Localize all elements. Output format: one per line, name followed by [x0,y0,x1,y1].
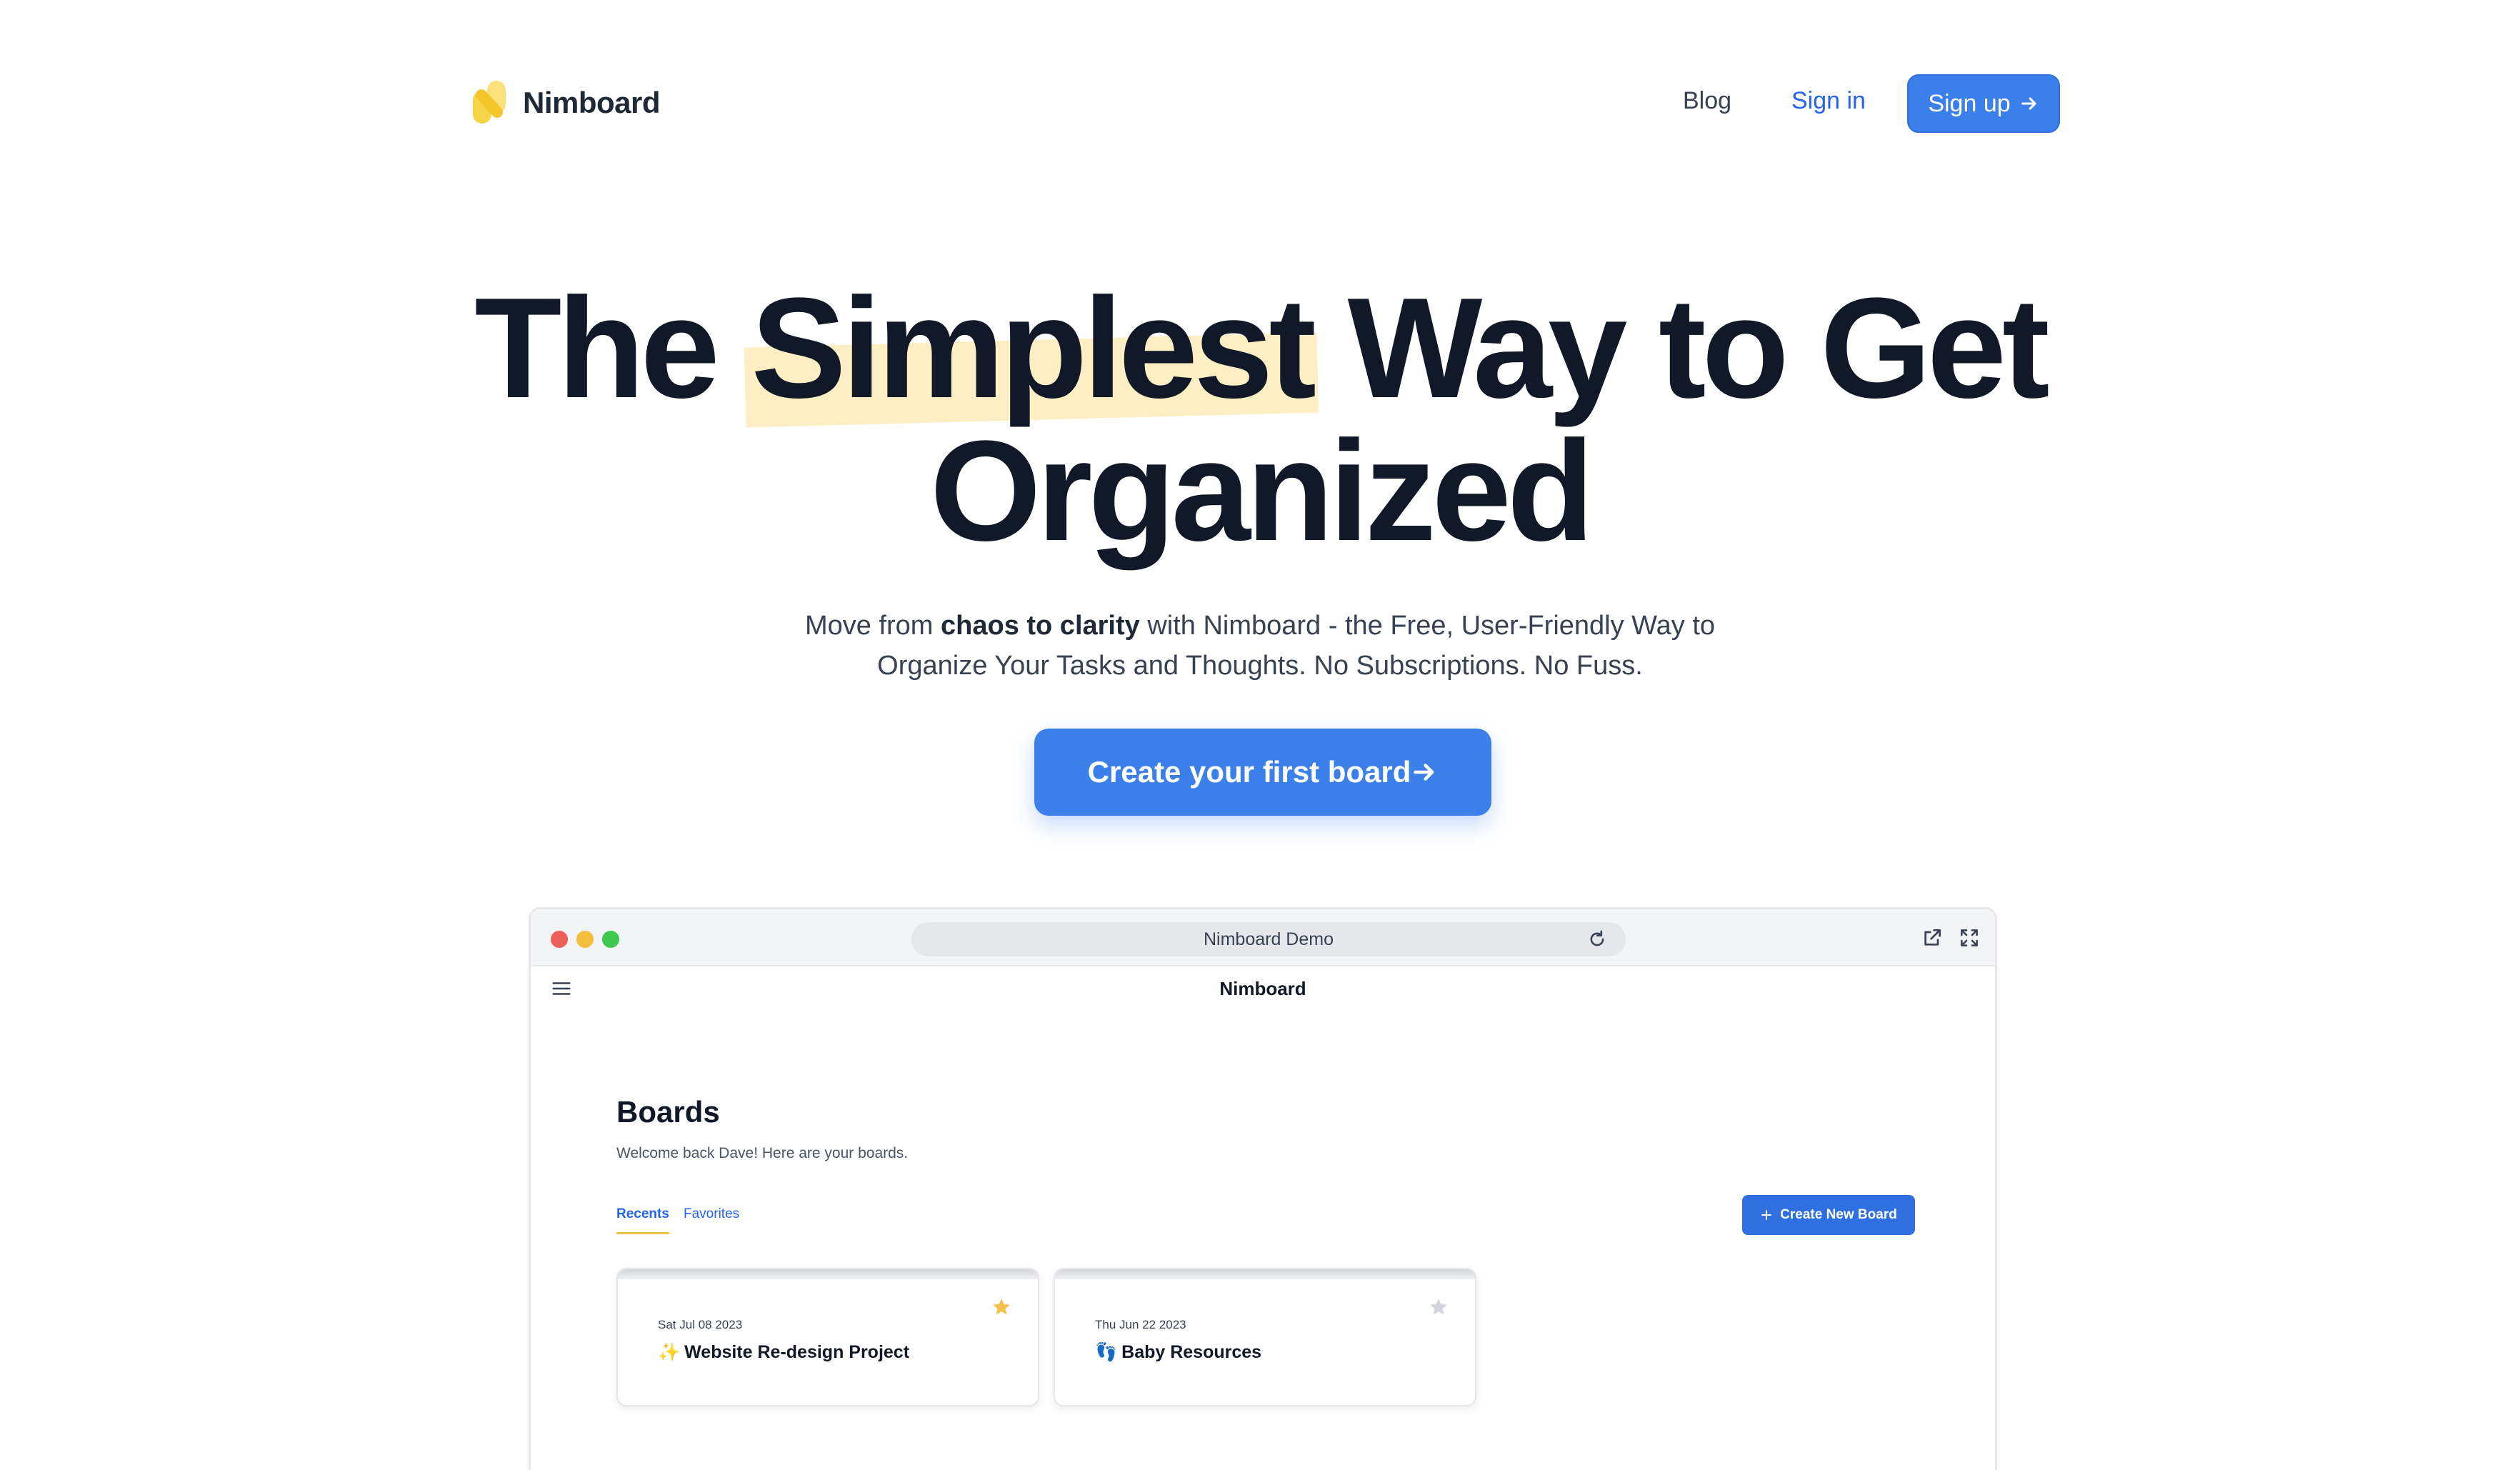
star-icon[interactable] [991,1296,1012,1318]
app-title: Nimboard [1219,978,1306,999]
sign-up-button[interactable]: Sign up [1907,74,2060,133]
tab-favorites[interactable]: Favorites [684,1206,739,1232]
hero-title: The Simplest Way to Get Organized [0,277,2520,563]
board-card[interactable]: Thu Jun 22 2023 👣 Baby Resources [1054,1268,1476,1406]
address-bar-label: Nimboard Demo [1203,929,1334,949]
board-card-title: Website Re-design Project [684,1342,910,1362]
star-icon[interactable] [1428,1296,1449,1318]
site-header: Nimboard Blog Sign in Sign up [0,0,2520,207]
boards-subtitle: Welcome back Dave! Here are your boards. [616,1145,909,1161]
hero-title-highlight: Simplest [751,269,1316,428]
sign-up-label: Sign up [1928,89,2011,117]
reload-icon[interactable] [1587,929,1607,949]
logo-mark-icon [473,81,506,124]
boards-title: Boards [616,1095,720,1129]
address-bar[interactable]: Nimboard Demo [911,922,1626,956]
hero-title-part2: Way to Get [1312,269,2050,428]
footprints-icon: 👣 [1095,1342,1118,1362]
create-new-board-label: Create New Board [1780,1207,1897,1222]
logo-text: Nimboard [523,86,661,119]
board-card-name: ✨ Website Re-design Project [658,1342,909,1363]
fullscreen-icon[interactable] [1958,926,1981,949]
board-card-date: Sat Jul 08 2023 [658,1318,743,1331]
window-maximize-dot [602,931,619,948]
sparkles-icon: ✨ [658,1342,681,1362]
hero-subtitle-pre: Move from [804,611,941,641]
board-card-name: 👣 Baby Resources [1095,1342,1261,1363]
board-card[interactable]: Sat Jul 08 2023 ✨ Website Re-design Proj… [616,1268,1039,1406]
nav-blog-link[interactable]: Blog [1683,87,1731,115]
external-link-icon[interactable] [1921,926,1944,949]
plus-icon [1761,1210,1772,1220]
hero-subtitle-line2: Organize Your Tasks and Thoughts. No Sub… [877,651,1643,681]
hero-subtitle-bold: chaos to clarity [941,611,1140,641]
logo[interactable]: Nimboard [471,79,661,127]
browser-toolbar: Nimboard Demo [531,909,1995,966]
tab-recents[interactable]: Recents [616,1206,669,1234]
hero-title-part1: The [474,269,751,428]
app-header: Nimboard [531,966,1995,1011]
create-first-board-button[interactable]: Create your first board [1034,729,1491,816]
demo-window: Nimboard Demo Nimboard Boards Welcome ba… [529,907,1997,1470]
create-new-board-button[interactable]: Create New Board [1742,1195,1915,1235]
nav-sign-in-link[interactable]: Sign in [1791,87,1866,115]
window-close-dot [551,931,568,948]
hero-subtitle-post: with Nimboard - the Free, User-Friendly … [1139,611,1716,641]
board-card-date: Thu Jun 22 2023 [1095,1318,1186,1331]
arrow-right-icon [1414,764,1434,781]
cta-label: Create your first board [1087,755,1411,789]
window-minimize-dot [576,931,594,948]
board-card-title: Baby Resources [1121,1342,1262,1362]
hero-title-line2: Organized [930,411,1594,571]
hero-subtitle: Move from chaos to clarity with Nimboard… [0,606,2520,686]
arrow-right-icon [2021,97,2036,110]
